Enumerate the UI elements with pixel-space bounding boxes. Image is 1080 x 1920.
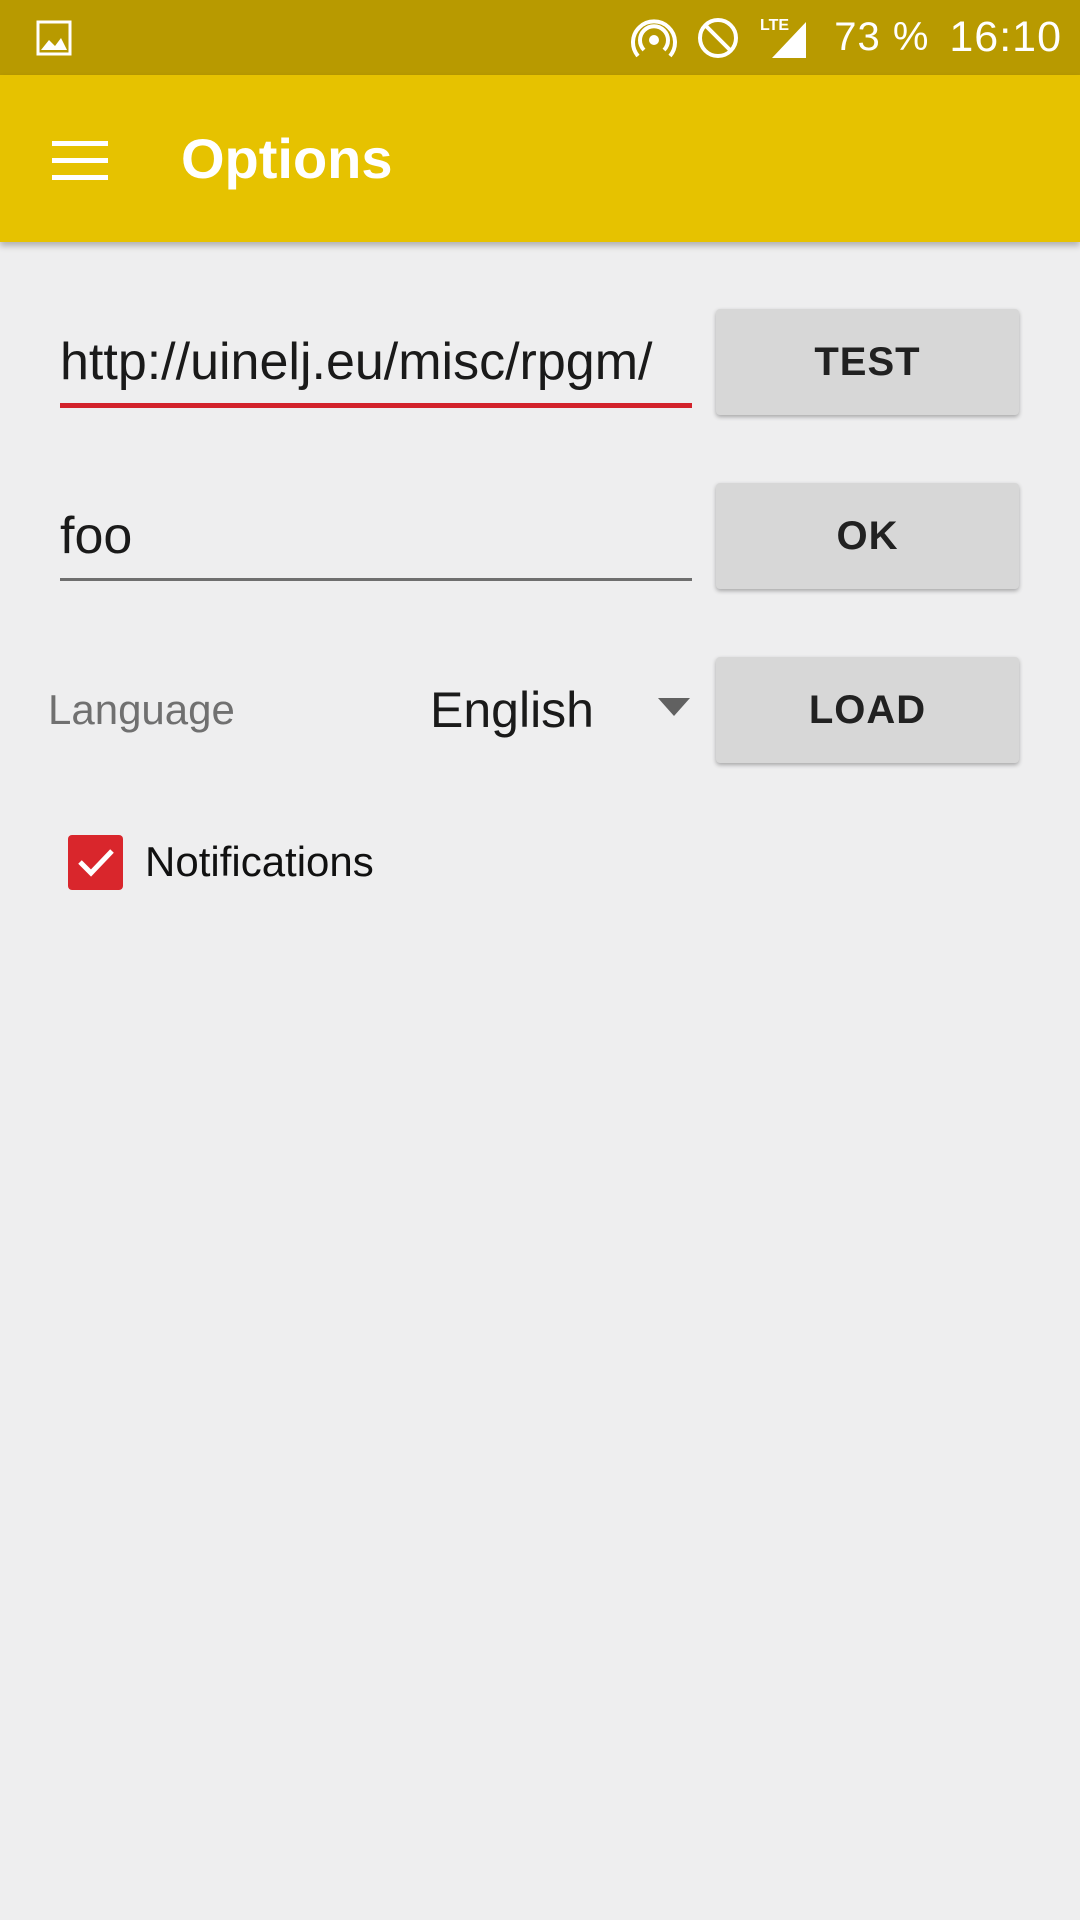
app-bar: Options — [0, 75, 1080, 242]
hotspot-icon — [631, 18, 678, 57]
url-underline — [60, 403, 692, 408]
svg-text:LTE: LTE — [760, 17, 789, 34]
test-button[interactable]: TEST — [716, 309, 1019, 415]
notifications-checkbox[interactable] — [68, 834, 123, 890]
text-field[interactable]: foo — [60, 494, 692, 589]
text-input[interactable]: foo — [60, 494, 692, 578]
page-title: Options — [181, 127, 393, 190]
language-dropdown[interactable]: English — [420, 670, 695, 750]
menu-button[interactable] — [40, 121, 120, 201]
text-underline — [60, 578, 692, 581]
clock: 16:10 — [949, 13, 1062, 61]
battery-level: 73 % — [834, 15, 930, 59]
gallery-icon — [36, 20, 72, 56]
url-input[interactable]: http://uinelj.eu/misc/rpgm/ — [60, 320, 692, 404]
language-selected: English — [430, 682, 594, 738]
language-label: Language — [48, 686, 235, 733]
do-not-disturb-icon — [698, 17, 739, 58]
notifications-row[interactable]: Notifications — [68, 832, 374, 892]
notifications-label: Notifications — [145, 838, 374, 885]
url-field[interactable]: http://uinelj.eu/misc/rpgm/ — [60, 320, 692, 415]
load-button[interactable]: LOAD — [716, 657, 1019, 763]
checkmark-icon — [77, 849, 114, 877]
menu-icon — [52, 141, 108, 180]
ok-button[interactable]: OK — [716, 483, 1019, 589]
status-bar: LTE 73 % 16:10 — [0, 0, 1080, 75]
lte-signal-icon: LTE — [760, 17, 807, 58]
dropdown-arrow-icon — [658, 698, 690, 716]
